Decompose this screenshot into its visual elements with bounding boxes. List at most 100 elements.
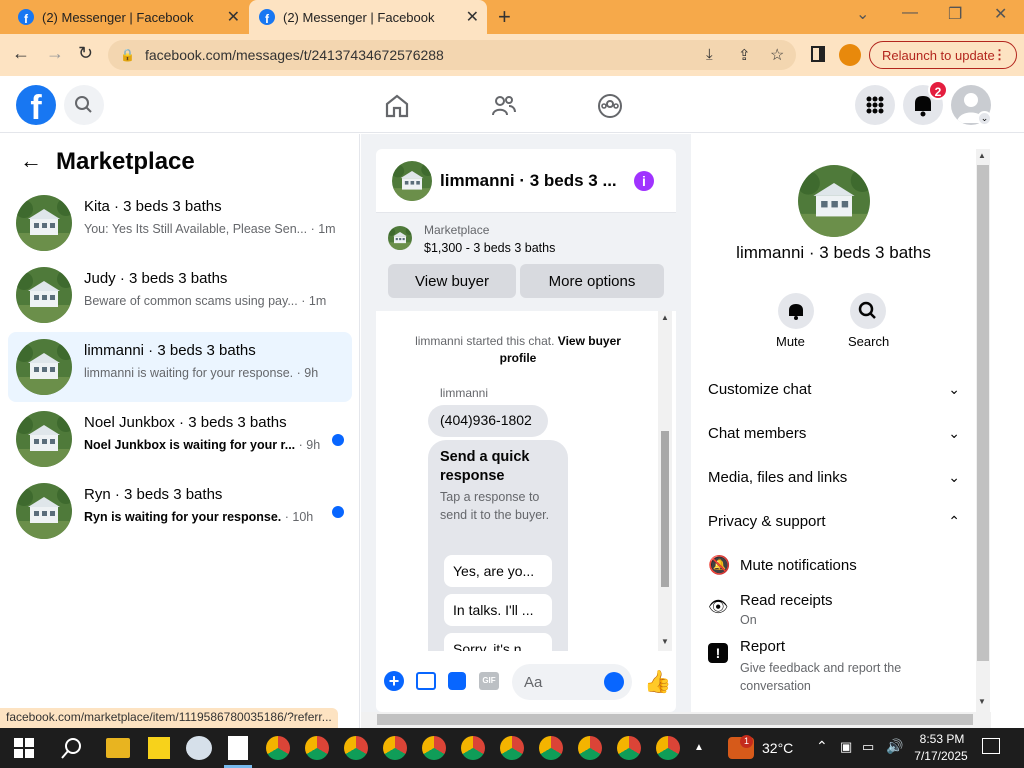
listing-thumbnail[interactable] [388, 226, 412, 250]
message-input[interactable]: Aa [512, 664, 632, 700]
sticky-notes-icon[interactable] [148, 737, 170, 759]
bookmark-star-icon[interactable]: ☆ [770, 45, 784, 65]
chrome-icon[interactable] [344, 736, 368, 760]
tab-search-icon[interactable]: ⌄ [856, 4, 869, 24]
forward-icon[interactable]: → [46, 43, 64, 64]
clock-time[interactable]: 8:53 PM [912, 732, 972, 746]
relaunch-button[interactable]: Relaunch to update ⋮ [869, 41, 1017, 69]
report-option[interactable]: Report [740, 638, 785, 655]
weather-temperature[interactable]: 32°C [762, 740, 793, 756]
listing-title[interactable]: $1,300 - 3 beds 3 baths [424, 241, 555, 255]
scroll-up-icon[interactable]: ▲ [978, 151, 986, 160]
horizontal-scrollbar[interactable] [361, 712, 991, 728]
restore-icon[interactable]: ❐ [948, 4, 962, 24]
plus-icon[interactable]: + [384, 671, 404, 691]
read-receipts-option[interactable]: Read receipts [740, 592, 833, 609]
volume-icon[interactable]: 🔊 [886, 738, 903, 755]
info-icon[interactable]: i [634, 171, 654, 191]
address-bar[interactable]: 🔒 facebook.com/messages/t/24137434672576… [108, 40, 796, 70]
camera-icon[interactable]: ▣ [840, 739, 852, 755]
chrome-icon[interactable] [617, 736, 641, 760]
back-arrow-icon[interactable]: ← [20, 148, 42, 174]
conversation-item[interactable]: limmanni · 3 beds 3 baths limmanni is wai… [8, 332, 352, 402]
chrome-icon[interactable] [305, 736, 329, 760]
chrome-icon[interactable] [578, 736, 602, 760]
close-window-icon[interactable]: ✕ [994, 4, 1007, 24]
photo-icon[interactable] [416, 672, 436, 690]
more-options-button[interactable]: More options [520, 264, 664, 298]
reload-icon[interactable]: ↻ [78, 43, 93, 64]
close-tab-icon[interactable]: ✕ [227, 7, 240, 27]
account-chevron-icon[interactable]: ⌄ [977, 111, 992, 126]
menu-dots-icon[interactable]: ⋮ [993, 47, 1006, 63]
facebook-logo-icon[interactable]: f [16, 85, 56, 125]
search-icon[interactable] [60, 736, 84, 760]
emoji-icon[interactable] [604, 672, 624, 692]
scrollbar-thumb[interactable] [377, 714, 973, 725]
mute-notifications-option[interactable]: Mute notifications [740, 557, 857, 574]
chrome-icon[interactable] [656, 736, 680, 760]
paint-icon[interactable] [186, 736, 212, 760]
chrome-icon[interactable] [422, 736, 446, 760]
scrollbar-thumb[interactable] [661, 431, 669, 587]
network-icon[interactable]: ▭ [862, 739, 874, 755]
scrollbar-thumb[interactable] [977, 165, 989, 661]
conversation-name: Kita · 3 beds 3 baths [84, 198, 222, 215]
quick-reply-button[interactable]: Yes, are yo... [444, 555, 552, 587]
file-explorer-icon[interactable] [106, 738, 130, 758]
chrome-icon[interactable] [266, 736, 290, 760]
browser-tab[interactable]: f (2) Messenger | Facebook ✕ [8, 0, 248, 34]
notification-center-icon[interactable] [982, 738, 1000, 754]
chat-title[interactable]: limmanni · 3 beds 3 ... [440, 171, 617, 191]
conversation-item[interactable]: Kita · 3 beds 3 baths You: Yes Its Still … [8, 188, 352, 258]
close-tab-icon[interactable]: ✕ [466, 7, 479, 27]
gif-icon[interactable]: GIF [479, 672, 499, 690]
view-buyer-button[interactable]: View buyer [388, 264, 516, 298]
chat-members-row[interactable]: Chat members ⌄ [708, 425, 960, 442]
conversation-item[interactable]: Noel Junkbox · 3 beds 3 baths Noel Junkbo… [8, 404, 352, 474]
search-chat-button[interactable] [850, 293, 886, 329]
menu-button[interactable] [855, 85, 895, 125]
groups-icon[interactable] [597, 93, 623, 119]
clock-date[interactable]: 7/17/2025 [908, 749, 974, 763]
conversation-item[interactable]: Ryn · 3 beds 3 baths Ryn is waiting for y… [8, 476, 352, 546]
back-icon[interactable]: ← [12, 43, 30, 64]
search-button[interactable] [64, 85, 104, 125]
scroll-down-icon[interactable]: ▼ [661, 637, 669, 646]
quick-reply-button[interactable]: Sorry, it's n... [444, 633, 552, 651]
chrome-icon[interactable] [539, 736, 563, 760]
quick-reply-button[interactable]: In talks. I'll ... [444, 594, 552, 626]
home-icon[interactable] [384, 93, 410, 119]
taskbar-overflow-icon[interactable]: ▲ [694, 742, 704, 753]
scroll-up-icon[interactable]: ▲ [661, 313, 669, 322]
side-panel-icon[interactable] [811, 46, 825, 62]
privacy-support-row[interactable]: Privacy & support ⌃ [708, 513, 960, 530]
thread-scrollbar[interactable]: ▲ ▼ [658, 311, 672, 651]
browser-tab-active[interactable]: f (2) Messenger | Facebook ✕ [249, 0, 487, 34]
document-app-icon[interactable] [228, 736, 248, 760]
share-icon[interactable]: ⇪ [738, 46, 751, 64]
chrome-icon[interactable] [383, 736, 407, 760]
chrome-icon[interactable] [500, 736, 524, 760]
lock-icon[interactable]: 🔒 [120, 48, 135, 62]
sticker-icon[interactable] [448, 672, 466, 690]
chat-avatar[interactable] [392, 161, 432, 201]
like-icon[interactable]: 👍 [644, 669, 671, 695]
profile-avatar-large[interactable] [798, 165, 870, 237]
message-bubble[interactable]: (404)936-1802 [428, 405, 548, 437]
customize-chat-row[interactable]: Customize chat ⌄ [708, 381, 960, 398]
page-scrollbar[interactable]: ▲ ▼ [976, 149, 990, 712]
scroll-down-icon[interactable]: ▼ [978, 697, 986, 706]
media-files-row[interactable]: Media, files and links ⌄ [708, 469, 960, 486]
mute-button[interactable] [778, 293, 814, 329]
profile-avatar-icon[interactable] [839, 44, 861, 66]
windows-start-icon[interactable] [14, 738, 34, 758]
conversation-item[interactable]: Judy · 3 beds 3 baths Beware of common sc… [8, 260, 352, 330]
new-tab-icon[interactable]: + [498, 4, 511, 30]
show-hidden-icons[interactable]: ⌃ [816, 738, 828, 755]
facebook-header: f 2 ⌄ [0, 77, 1024, 133]
install-icon[interactable]: ⤓ [706, 46, 713, 63]
friends-icon[interactable] [491, 93, 517, 119]
minimize-icon[interactable]: — [902, 4, 918, 22]
chrome-icon[interactable] [461, 736, 485, 760]
